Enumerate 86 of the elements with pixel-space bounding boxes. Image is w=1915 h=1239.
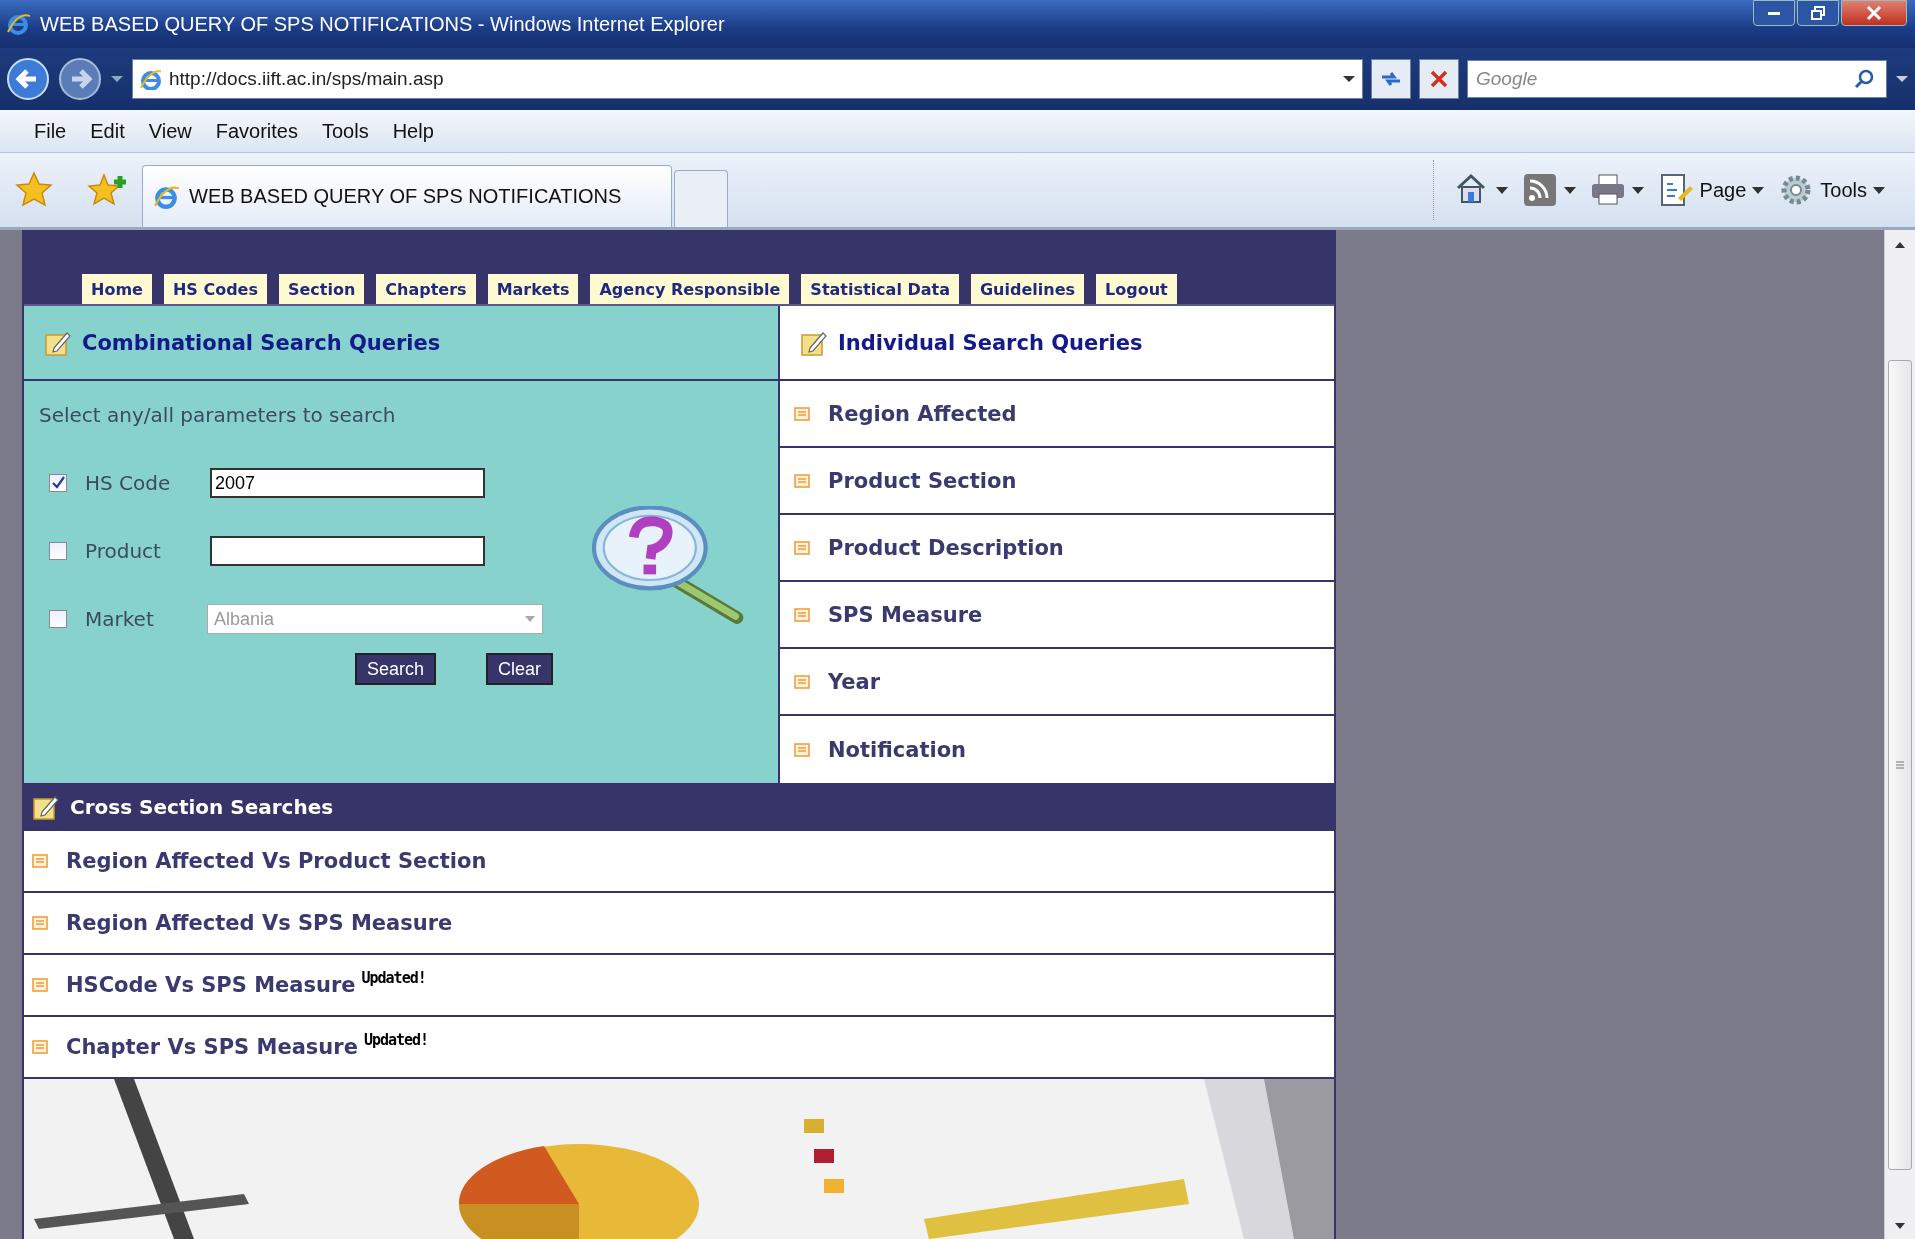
minimize-button[interactable] — [1753, 0, 1795, 26]
restore-icon — [1811, 6, 1825, 20]
panel-heading: Individual Search Queries — [838, 330, 1143, 355]
query-link[interactable]: Notification — [828, 737, 967, 762]
menu-item[interactable]: File — [22, 115, 79, 147]
list-icon — [32, 854, 48, 868]
menu-item[interactable]: Edit — [78, 115, 137, 147]
close-icon — [1866, 5, 1882, 21]
clear-button[interactable]: Clear — [486, 653, 554, 685]
panel-heading: Combinational Search Queries — [82, 330, 441, 355]
checkbox[interactable] — [49, 474, 67, 492]
close-button[interactable] — [1841, 0, 1907, 26]
list-icon — [794, 473, 810, 488]
nav-tab[interactable]: Chapters — [376, 274, 476, 304]
feeds-button[interactable] — [1521, 172, 1576, 208]
nav-tab[interactable]: Agency Responsible — [590, 274, 790, 304]
nav-tab[interactable]: Logout — [1096, 274, 1177, 304]
dropdown-arrow-icon[interactable] — [1342, 74, 1356, 84]
page-button[interactable]: Page — [1657, 172, 1765, 208]
text-field[interactable] — [210, 536, 485, 566]
caret-icon — [1873, 186, 1885, 194]
query-link[interactable]: Chapter Vs SPS Measure — [66, 1035, 358, 1059]
query-link[interactable]: HSCode Vs SPS Measure — [66, 973, 356, 997]
list-icon — [32, 978, 48, 992]
restore-button[interactable] — [1797, 0, 1839, 26]
check-icon — [51, 476, 65, 490]
checkbox[interactable] — [49, 542, 67, 560]
nav-tab[interactable]: Statistical Data — [801, 274, 959, 304]
field-label: Product — [85, 539, 162, 563]
list-icon — [32, 916, 48, 930]
instruction-text: Select any/all parameters to search — [39, 403, 397, 427]
query-link[interactable]: SPS Measure — [828, 602, 983, 627]
nav-tab[interactable]: Guidelines — [971, 274, 1085, 304]
list-icon — [794, 742, 810, 757]
minimize-icon — [1768, 11, 1780, 15]
list-icon — [32, 1040, 48, 1054]
query-link[interactable]: Product Description — [828, 535, 1064, 560]
list-icon — [794, 540, 810, 555]
grip-icon — [1895, 760, 1905, 770]
menu-item[interactable]: View — [136, 115, 204, 147]
scroll-down-icon[interactable] — [1894, 1221, 1906, 1231]
list-icon — [794, 607, 810, 622]
back-button[interactable] — [6, 57, 50, 101]
query-link[interactable]: Region Affected Vs SPS Measure — [66, 911, 453, 935]
field-label: HS Code — [85, 471, 172, 495]
dropdown-arrow-icon[interactable] — [1895, 74, 1909, 84]
caret-icon — [1631, 186, 1644, 194]
scroll-up-icon[interactable] — [1894, 240, 1906, 250]
caret-icon — [524, 615, 536, 623]
printer-icon — [1589, 172, 1626, 208]
query-link[interactable]: Product Section — [828, 468, 1017, 493]
stop-icon — [1430, 70, 1448, 88]
page-icon — [139, 68, 161, 90]
menu-item[interactable]: Help — [380, 115, 446, 147]
caret-icon — [1563, 186, 1576, 194]
nav-tab[interactable]: HS Codes — [163, 274, 267, 304]
list-icon — [794, 406, 810, 421]
scrollbar-thumb[interactable] — [1888, 360, 1912, 1170]
list-icon — [794, 674, 810, 689]
window-title: WEB BASED QUERY OF SPS NOTIFICATIONS - Windows Internet Explorer — [40, 12, 726, 36]
browser-tab[interactable]: WEB BASED QUERY OF SPS NOTIFICATIONS — [142, 165, 672, 227]
nav-tab[interactable]: Section — [278, 274, 365, 304]
refresh-button[interactable] — [1371, 59, 1411, 99]
query-link[interactable]: Year — [828, 669, 881, 694]
menu-item[interactable]: Favorites — [203, 115, 310, 147]
query-link[interactable]: Region Affected — [828, 401, 1017, 426]
menu-item[interactable]: Tools — [309, 115, 381, 147]
print-button[interactable] — [1589, 172, 1644, 208]
updated-label: Updated! — [361, 969, 426, 987]
field-label: Market — [85, 607, 155, 631]
updated-label: Updated! — [363, 1031, 429, 1049]
text-field[interactable]: 2007 — [210, 468, 485, 498]
search-button[interactable]: Search — [355, 653, 437, 685]
caret-icon — [1752, 186, 1765, 194]
feed-icon — [1521, 172, 1558, 208]
nav-tab[interactable]: Home — [82, 274, 152, 304]
address-field[interactable]: http://docs.iift.ac.in/sps/main.asp — [132, 59, 1363, 99]
caret-icon — [1495, 186, 1508, 194]
search-field[interactable]: Google — [1467, 60, 1887, 98]
browser-logo-icon — [6, 12, 30, 36]
query-link[interactable]: Region Affected Vs Product Section — [66, 849, 487, 873]
section-heading: Cross Section Searches — [70, 795, 334, 819]
tools-button[interactable]: Tools — [1778, 172, 1885, 208]
stop-button[interactable] — [1419, 59, 1459, 99]
forward-button[interactable] — [58, 57, 102, 101]
nav-tab[interactable]: Markets — [487, 274, 579, 304]
